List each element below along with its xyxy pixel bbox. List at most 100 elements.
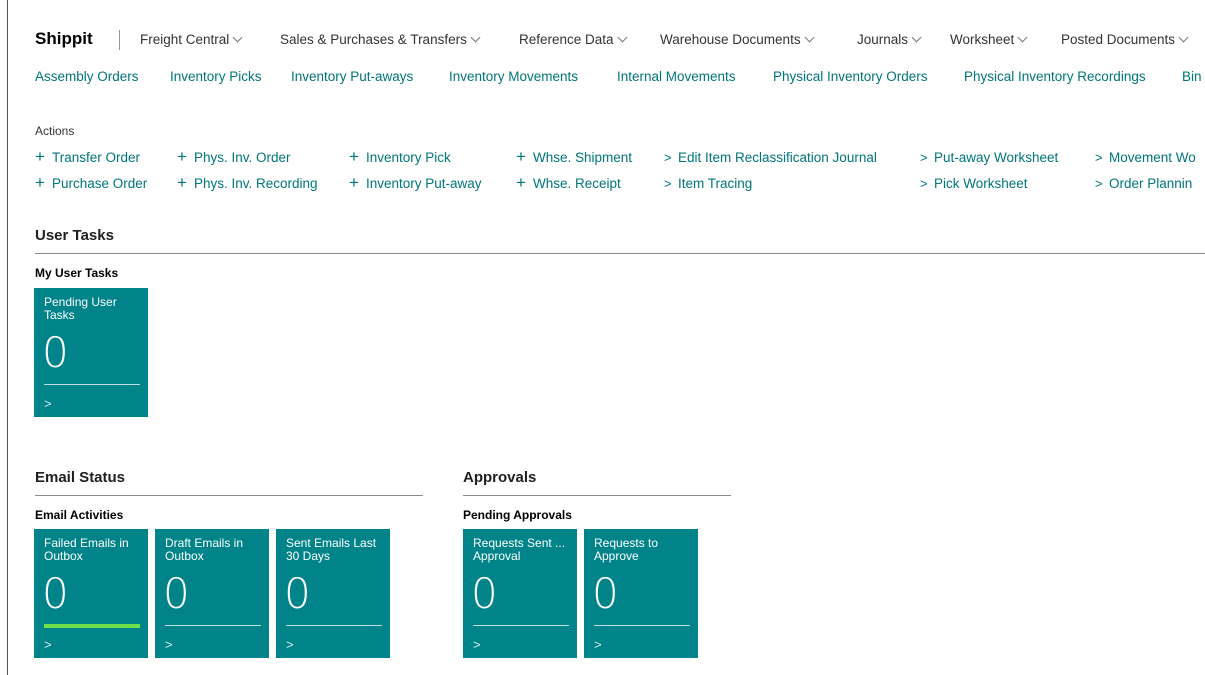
menu-freight-central[interactable]: Freight Central [140, 32, 243, 47]
chevron-down-icon [232, 32, 243, 43]
menu-posted-documents[interactable]: Posted Documents [1061, 32, 1189, 47]
tile-label: Requests to Approve [594, 536, 659, 563]
link-inventory-picks[interactable]: Inventory Picks [170, 69, 262, 84]
menu-warehouse-documents[interactable]: Warehouse Documents [660, 32, 815, 47]
action-label: Movement Wo [1109, 150, 1196, 165]
tile-sent-emails-last-30-days[interactable]: Sent Emails Last 30 Days 0 > [276, 529, 390, 658]
action-purchase-order[interactable]: + Purchase Order [35, 174, 148, 191]
action-label: Item Tracing [678, 176, 753, 191]
action-label: Inventory Put-away [366, 176, 482, 191]
link-inventory-movements[interactable]: Inventory Movements [449, 69, 578, 84]
plus-icon: + [516, 147, 526, 166]
menu-reference-data[interactable]: Reference Data [519, 32, 628, 47]
menu-label: Sales & Purchases & Transfers [280, 32, 467, 47]
menu-label: Journals [857, 32, 909, 47]
menu-label: Warehouse Documents [660, 32, 801, 47]
tile-failed-emails-in-outbox[interactable]: Failed Emails in Outbox 0 > [34, 529, 148, 658]
chevron-down-icon [804, 32, 815, 43]
menu-label: Posted Documents [1061, 32, 1176, 47]
section-title-approvals: Approvals [463, 469, 537, 486]
chevron-down-icon [1017, 32, 1028, 43]
tile-divider [286, 625, 382, 626]
action-label: Order Plannin [1109, 176, 1193, 191]
group-title-my-user-tasks: My User Tasks [35, 266, 119, 280]
action-label: Inventory Pick [366, 150, 451, 165]
chevron-right-icon: > [664, 150, 672, 165]
tile-status-bar [44, 624, 140, 628]
chevron-right-icon: > [165, 637, 173, 652]
chevron-right-icon: > [664, 176, 672, 191]
tile-label: Failed Emails in Outbox [44, 536, 129, 563]
action-whse-receipt[interactable]: + Whse. Receipt [516, 173, 621, 192]
plus-icon: + [177, 147, 187, 166]
tile-pending-user-tasks[interactable]: Pending User Tasks 0 > [34, 288, 148, 417]
action-phys-inv-order[interactable]: + Phys. Inv. Order [177, 147, 291, 166]
group-title-email-activities: Email Activities [35, 508, 124, 522]
tile-value: 0 [284, 569, 311, 618]
tile-value: 0 [471, 569, 498, 618]
link-internal-movements[interactable]: Internal Movements [617, 69, 736, 84]
chevron-down-icon [470, 32, 481, 43]
chevron-right-icon: > [286, 637, 294, 652]
action-whse-shipment[interactable]: + Whse. Shipment [516, 147, 632, 166]
link-assembly-orders[interactable]: Assembly Orders [35, 69, 139, 84]
tile-label: Draft Emails in Outbox [165, 536, 244, 563]
chevron-down-icon [1178, 32, 1189, 43]
menu-journals[interactable]: Journals [857, 32, 922, 47]
tile-divider [44, 384, 140, 385]
link-inventory-put-aways[interactable]: Inventory Put-aways [291, 69, 413, 84]
link-physical-inventory-orders[interactable]: Physical Inventory Orders [773, 69, 928, 84]
action-order-planning[interactable]: > Order Plannin [1095, 176, 1192, 191]
tile-value: 0 [163, 569, 190, 618]
action-item-tracing[interactable]: > Item Tracing [664, 176, 752, 191]
action-label: Purchase Order [52, 176, 148, 191]
section-divider [35, 253, 1205, 254]
tile-requests-sent-for-approval[interactable]: Requests Sent ... Approval 0 > [463, 529, 577, 658]
menu-label: Reference Data [519, 32, 614, 47]
chevron-down-icon [911, 32, 922, 43]
menu-label: Worksheet [950, 32, 1015, 47]
action-label: Edit Item Reclassification Journal [678, 150, 877, 165]
menu-sales-purchases-transfers[interactable]: Sales & Purchases & Transfers [280, 32, 481, 47]
section-title-email-status: Email Status [35, 469, 126, 486]
tile-divider [594, 625, 690, 626]
chevron-right-icon: > [44, 637, 52, 652]
plus-icon: + [349, 147, 359, 166]
action-transfer-order[interactable]: + Transfer Order [35, 147, 141, 166]
menu-worksheet[interactable]: Worksheet [950, 32, 1028, 47]
group-title-pending-approvals: Pending Approvals [463, 508, 572, 522]
tile-requests-to-approve[interactable]: Requests to Approve 0 > [584, 529, 698, 658]
action-edit-item-reclassification-journal[interactable]: > Edit Item Reclassification Journal [664, 150, 877, 165]
action-movement-worksheet[interactable]: > Movement Wo [1095, 150, 1196, 165]
section-divider [463, 495, 731, 496]
chevron-right-icon: > [1095, 176, 1103, 191]
link-physical-inventory-recordings[interactable]: Physical Inventory Recordings [964, 69, 1146, 84]
action-label: Pick Worksheet [934, 176, 1028, 191]
link-bin[interactable]: Bin [1182, 69, 1202, 84]
plus-icon: + [35, 147, 45, 166]
tile-draft-emails-in-outbox[interactable]: Draft Emails in Outbox 0 > [155, 529, 269, 658]
plus-icon: + [177, 173, 187, 192]
action-put-away-worksheet[interactable]: > Put-away Worksheet [920, 150, 1058, 165]
tile-divider [165, 625, 261, 626]
action-pick-worksheet[interactable]: > Pick Worksheet [920, 176, 1028, 191]
tile-value: 0 [42, 569, 69, 618]
tile-label: Sent Emails Last 30 Days [286, 536, 377, 563]
menu-label: Freight Central [140, 32, 230, 47]
chevron-right-icon: > [920, 150, 928, 165]
tile-value: 0 [42, 328, 69, 377]
action-phys-inv-recording[interactable]: + Phys. Inv. Recording [177, 173, 318, 192]
tile-label: Pending User Tasks [44, 295, 117, 322]
action-inventory-put-away[interactable]: + Inventory Put-away [349, 173, 482, 192]
tile-divider [473, 625, 569, 626]
app-brand[interactable]: Shippit [35, 29, 93, 49]
action-label: Transfer Order [52, 150, 141, 165]
section-title-user-tasks: User Tasks [35, 227, 114, 244]
action-label: Phys. Inv. Order [194, 150, 291, 165]
window-border [7, 0, 8, 675]
chevron-right-icon: > [594, 637, 602, 652]
plus-icon: + [349, 173, 359, 192]
plus-icon: + [516, 173, 526, 192]
action-inventory-pick[interactable]: + Inventory Pick [349, 147, 451, 166]
chevron-right-icon: > [473, 637, 481, 652]
